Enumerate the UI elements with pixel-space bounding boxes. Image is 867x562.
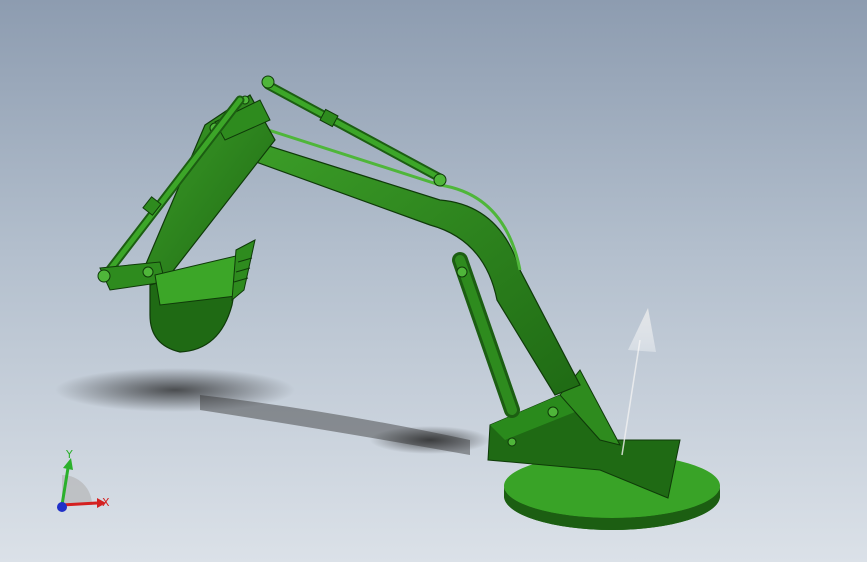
- ground-shadow: [55, 368, 490, 455]
- stick-arm[interactable]: [139, 94, 276, 286]
- x-axis-label: X: [102, 496, 110, 509]
- light-direction-arrow[interactable]: [621, 308, 656, 456]
- z-axis-dot: [57, 502, 67, 512]
- cad-viewport[interactable]: X Y: [0, 0, 867, 562]
- coordinate-triad: X Y: [57, 448, 110, 512]
- model-scene[interactable]: X Y: [0, 0, 867, 562]
- x-axis-line: [61, 501, 98, 507]
- y-axis-label: Y: [65, 448, 73, 461]
